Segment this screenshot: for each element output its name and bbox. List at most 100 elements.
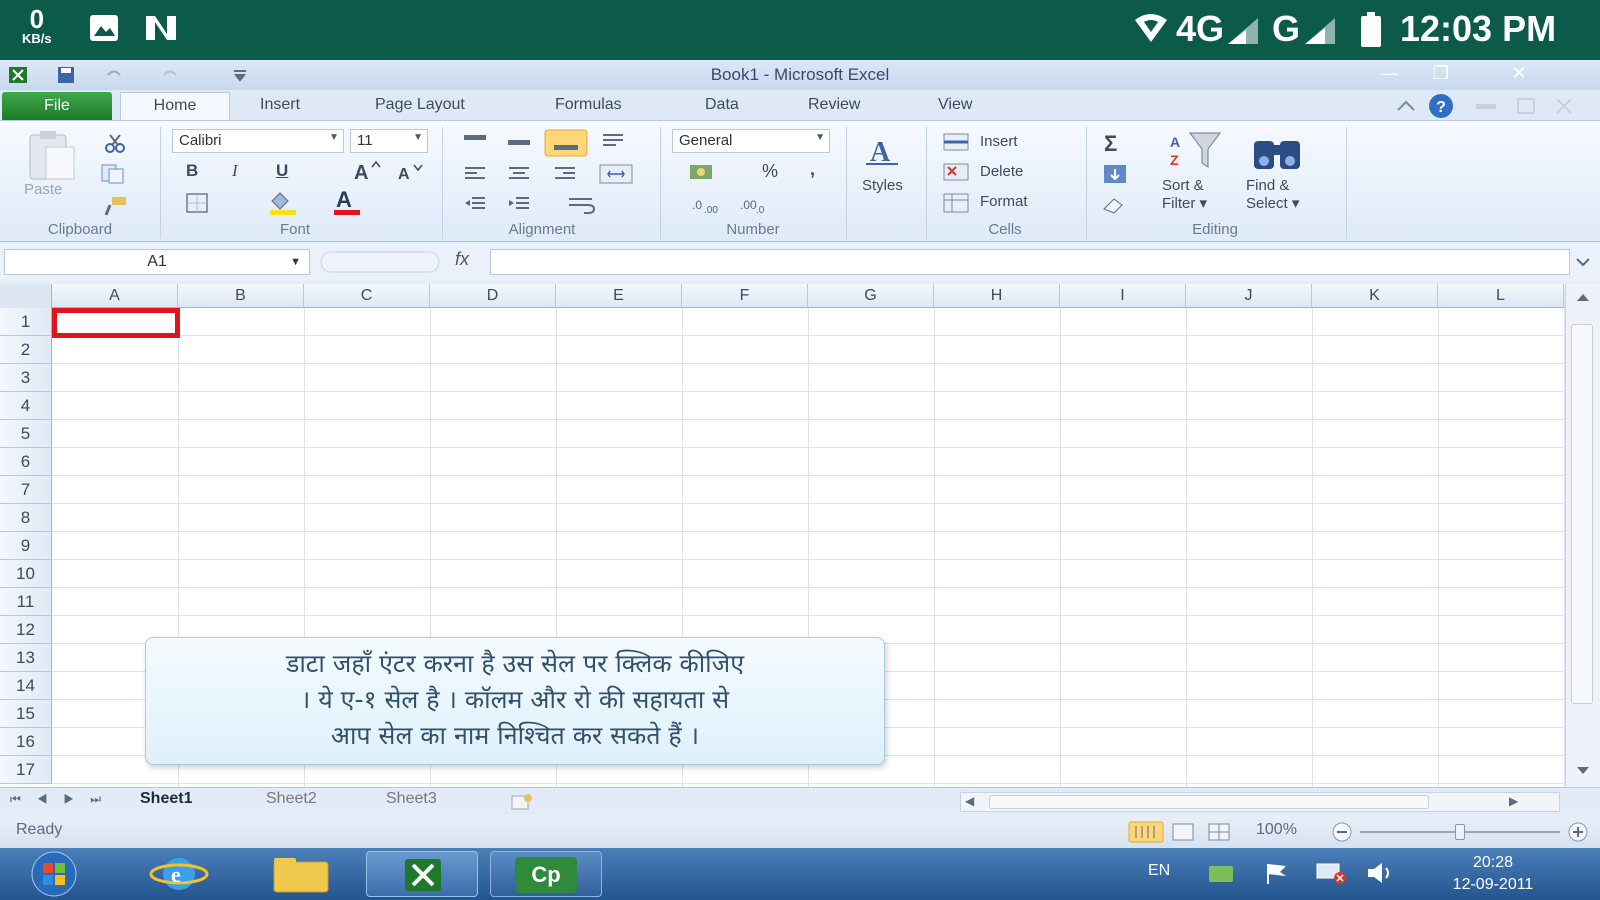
paste-label[interactable]: Paste xyxy=(24,181,62,198)
column-header-b[interactable]: B xyxy=(178,284,304,308)
doc-restore-icon[interactable] xyxy=(1514,96,1538,116)
system-clock[interactable]: 20:28 12-09-2011 xyxy=(1418,852,1568,896)
increase-indent-icon[interactable] xyxy=(506,195,532,213)
increase-decimal-icon[interactable]: .0.00 xyxy=(690,193,724,215)
row-header-9[interactable]: 9 xyxy=(0,532,52,560)
scroll-left-icon[interactable]: ◀ xyxy=(965,794,974,808)
format-painter-icon[interactable] xyxy=(102,195,128,217)
cut-icon[interactable] xyxy=(104,133,126,153)
merge-center-icon[interactable] xyxy=(598,163,640,185)
clear-icon[interactable] xyxy=(1100,193,1130,215)
borders-icon[interactable] xyxy=(184,191,214,215)
zoom-in-icon[interactable] xyxy=(1566,821,1590,843)
column-header-j[interactable]: J xyxy=(1186,284,1312,308)
internet-explorer-icon[interactable]: e xyxy=(148,852,210,896)
horizontal-scroll-thumb[interactable] xyxy=(989,795,1429,809)
doc-close-icon[interactable] xyxy=(1552,96,1576,116)
insert-sheet-icon[interactable] xyxy=(508,792,536,812)
tab-view[interactable]: View xyxy=(938,96,972,114)
minimize-ribbon-icon[interactable] xyxy=(1395,96,1417,116)
align-bottom-icon[interactable] xyxy=(544,129,588,157)
format-cells-icon[interactable] xyxy=(940,191,974,215)
align-center-icon[interactable] xyxy=(506,165,532,183)
bold-button[interactable]: B xyxy=(186,161,198,181)
zoom-slider-thumb[interactable] xyxy=(1455,824,1465,840)
grow-font-icon[interactable]: A xyxy=(352,159,382,183)
number-format-select[interactable]: General ▼ xyxy=(672,129,830,153)
scroll-right-icon[interactable]: ▶ xyxy=(1509,794,1518,808)
vertical-scrollbar[interactable] xyxy=(1565,284,1600,787)
restore-button[interactable]: ❐ xyxy=(1420,62,1462,84)
styles-button[interactable]: Styles xyxy=(862,177,903,194)
sheet-tab-2[interactable]: Sheet2 xyxy=(266,790,317,808)
align-middle-icon[interactable] xyxy=(506,133,532,151)
row-header-4[interactable]: 4 xyxy=(0,392,52,420)
expand-formula-icon[interactable] xyxy=(1574,255,1592,269)
copy-icon[interactable] xyxy=(100,163,130,185)
row-header-16[interactable]: 16 xyxy=(0,728,52,756)
decrease-decimal-icon[interactable]: .00.0 xyxy=(738,193,772,215)
column-header-c[interactable]: C xyxy=(304,284,430,308)
row-header-7[interactable]: 7 xyxy=(0,476,52,504)
page-break-view-icon[interactable] xyxy=(1204,821,1234,843)
find-select-button[interactable]: Find & Select ▾ xyxy=(1246,177,1299,213)
formula-input[interactable] xyxy=(490,249,1570,275)
align-right-icon[interactable] xyxy=(552,165,578,183)
sheet-nav-icons[interactable]: ⏮◀▶⏭ xyxy=(10,792,117,807)
fill-color-icon[interactable] xyxy=(266,189,300,215)
row-header-10[interactable]: 10 xyxy=(0,560,52,588)
column-header-a[interactable]: A xyxy=(52,284,178,308)
language-indicator[interactable]: EN xyxy=(1148,862,1170,880)
volume-icon[interactable] xyxy=(1364,860,1398,886)
row-header-13[interactable]: 13 xyxy=(0,644,52,672)
format-cells-button[interactable]: Format xyxy=(980,193,1028,210)
find-select-icon[interactable] xyxy=(1250,129,1306,173)
sheet-tab-3[interactable]: Sheet3 xyxy=(386,790,437,808)
taskbar-excel-button[interactable] xyxy=(366,851,478,897)
row-header-11[interactable]: 11 xyxy=(0,588,52,616)
autosum-icon[interactable]: Σ xyxy=(1100,129,1130,155)
horizontal-scrollbar[interactable]: ◀ ▶ xyxy=(960,792,1560,812)
row-header-1[interactable]: 1 xyxy=(0,308,52,336)
sheet-tab-1[interactable]: Sheet1 xyxy=(140,790,192,808)
wrap-text-icon[interactable] xyxy=(566,195,606,215)
fill-icon[interactable] xyxy=(1100,161,1130,187)
fx-icon[interactable]: fx xyxy=(455,249,469,270)
formula-resize-handle[interactable] xyxy=(320,251,440,273)
font-size-select[interactable]: 11 ▼ xyxy=(350,129,428,153)
column-header-g[interactable]: G xyxy=(808,284,934,308)
doc-minimize-icon[interactable] xyxy=(1474,98,1498,114)
column-header-k[interactable]: K xyxy=(1312,284,1438,308)
select-all-corner[interactable] xyxy=(0,284,52,308)
row-header-6[interactable]: 6 xyxy=(0,448,52,476)
row-header-12[interactable]: 12 xyxy=(0,616,52,644)
row-header-17[interactable]: 17 xyxy=(0,756,52,784)
column-header-e[interactable]: E xyxy=(556,284,682,308)
comma-style-button[interactable]: , xyxy=(810,159,815,180)
percent-button[interactable]: % xyxy=(762,161,778,182)
delete-cells-button[interactable]: Delete xyxy=(980,163,1023,180)
tab-page-layout[interactable]: Page Layout xyxy=(375,96,465,114)
vertical-scroll-thumb[interactable] xyxy=(1571,324,1593,704)
normal-view-icon[interactable] xyxy=(1128,821,1164,843)
file-explorer-icon[interactable] xyxy=(268,854,334,896)
tab-review[interactable]: Review xyxy=(808,96,860,114)
scroll-up-icon[interactable] xyxy=(1574,290,1592,304)
column-header-h[interactable]: H xyxy=(934,284,1060,308)
sort-filter-icon[interactable]: AZ xyxy=(1168,129,1224,173)
delete-cells-icon[interactable] xyxy=(940,161,974,183)
decrease-indent-icon[interactable] xyxy=(462,195,488,213)
zoom-level[interactable]: 100% xyxy=(1256,821,1297,839)
currency-icon[interactable] xyxy=(688,161,724,185)
row-header-5[interactable]: 5 xyxy=(0,420,52,448)
underline-button[interactable]: U xyxy=(276,161,288,181)
column-header-l[interactable]: L xyxy=(1438,284,1564,308)
sort-filter-button[interactable]: Sort & Filter ▾ xyxy=(1162,177,1207,213)
tab-home[interactable]: Home xyxy=(120,92,230,122)
action-center-flag-icon[interactable] xyxy=(1262,860,1292,886)
tab-formulas[interactable]: Formulas xyxy=(555,96,622,114)
page-layout-view-icon[interactable] xyxy=(1168,821,1198,843)
orientation-icon[interactable] xyxy=(600,131,626,149)
close-button[interactable]: ✕ xyxy=(1498,62,1540,84)
row-header-14[interactable]: 14 xyxy=(0,672,52,700)
